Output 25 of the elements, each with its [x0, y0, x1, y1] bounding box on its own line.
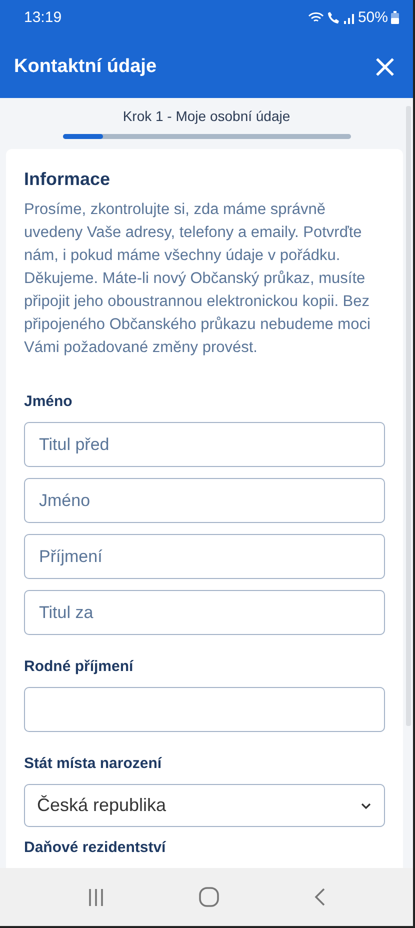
text-field[interactable]: Příjmení [24, 534, 385, 579]
step-label: Krok 1 - Moje osobní údaje [122, 108, 290, 124]
field-label: Stát místa narození [24, 755, 163, 772]
screen-title: Kontaktní údaje [14, 56, 157, 78]
country-select[interactable]: Česká republika [24, 784, 385, 827]
clock-time: 13:19 [24, 9, 62, 26]
text-field[interactable]: Titul za [24, 590, 385, 635]
info-heading: Informace [24, 169, 112, 190]
close-button[interactable] [375, 56, 395, 76]
field-label: Rodné příjmení [24, 658, 134, 675]
home-icon [198, 887, 219, 907]
battery-percent: 50% [358, 9, 388, 26]
battery-icon [391, 11, 399, 24]
chevron-down-icon [360, 802, 372, 810]
wifi-icon [308, 11, 324, 24]
text-field[interactable]: Jméno [24, 478, 385, 523]
recent-apps-icon [88, 888, 104, 906]
field-label: Jméno [24, 393, 74, 410]
field-label: Daňové rezidentství [24, 839, 167, 856]
phone-icon [326, 11, 340, 24]
info-text: Prosíme, zkontrolujte si, zda máme správně uvedeny Vaše adresy, telefony a emaily. Potvrďte nám, i pokud máme všechny údaje v pořádku. Děkujeme. Máte-li nový Občanský průkaz, musíte připojit jeho oboustrannou elektronickou kopii. Bez připojeného Občanského průkazu nebudeme moci Vámi požadované změny provést. [24, 200, 372, 358]
close-icon [375, 56, 395, 76]
back-icon [314, 888, 326, 906]
text-field[interactable]: Titul před [24, 422, 385, 467]
signal-icon [342, 12, 355, 24]
